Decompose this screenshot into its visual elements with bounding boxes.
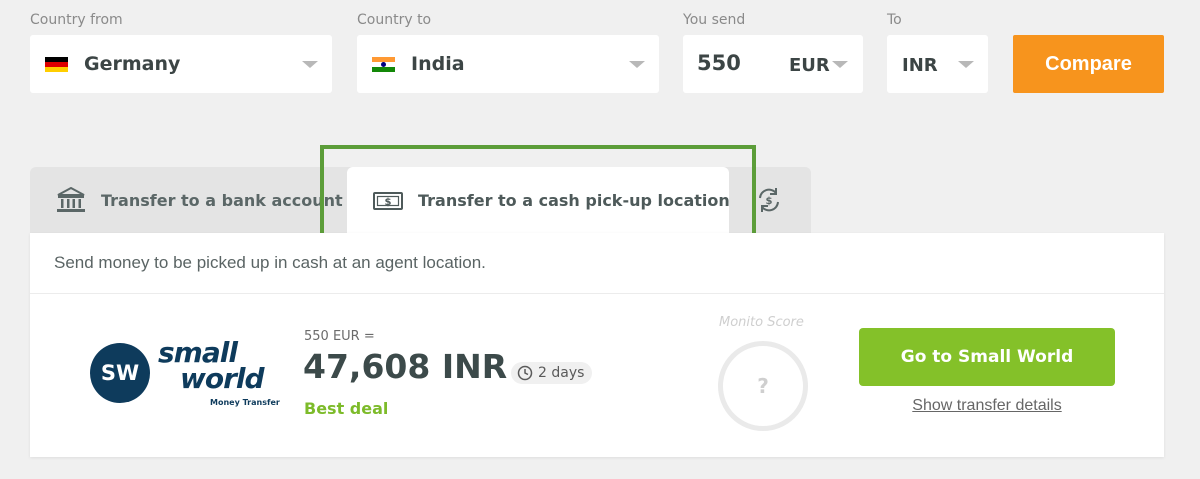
germany-flag-icon (45, 57, 68, 72)
monito-score-value: ? (757, 374, 769, 398)
receive-amount: 47,608 INR (303, 347, 508, 386)
panel-description: Send money to be picked up in cash at an… (54, 253, 486, 272)
clock-icon (517, 365, 533, 381)
divider (30, 293, 1164, 294)
chevron-down-icon (629, 61, 645, 68)
india-flag-icon (372, 57, 395, 72)
small-world-logo: SW small world Money Transfer (90, 336, 305, 413)
monito-score-label: Monito Score (719, 315, 804, 330)
chevron-down-icon (832, 61, 848, 68)
go-to-provider-button[interactable]: Go to Small World (859, 328, 1115, 386)
you-send-field[interactable]: 550 EUR (683, 35, 863, 93)
to-currency-select[interactable]: INR (887, 35, 988, 93)
country-from-value: Germany (84, 53, 181, 75)
country-to-select[interactable]: India (357, 35, 659, 93)
bank-icon (57, 187, 85, 212)
tab-cash-pickup-label: Transfer to a cash pick-up location (418, 191, 730, 210)
chevron-down-icon (302, 61, 318, 68)
logo-circle: SW (90, 343, 150, 403)
you-send-label: You send (683, 12, 746, 28)
svg-text:$: $ (385, 197, 392, 208)
monito-score-circle: ? (718, 341, 808, 431)
country-from-select[interactable]: Germany (30, 35, 332, 93)
best-deal-badge: Best deal (304, 399, 389, 418)
logo-word-world: world (180, 362, 265, 395)
tab-bank-account[interactable]: Transfer to a bank account (30, 167, 343, 233)
tab-currency-exchange[interactable]: $ (756, 186, 782, 214)
send-amount-input[interactable]: 550 (697, 51, 741, 75)
cash-icon: $ (373, 192, 403, 210)
eta-badge: 2 days (511, 362, 593, 384)
svg-text:$: $ (766, 196, 773, 207)
to-label: To (887, 12, 902, 28)
results-panel: Send money to be picked up in cash at an… (30, 233, 1164, 457)
send-equals-label: 550 EUR = (304, 329, 375, 344)
country-from-label: Country from (30, 12, 123, 28)
compare-button[interactable]: Compare (1013, 35, 1164, 93)
tab-cash-pickup[interactable]: $ Transfer to a cash pick-up location (347, 167, 730, 237)
currency-exchange-icon: $ (759, 188, 779, 212)
to-currency-value: INR (902, 55, 938, 76)
chevron-down-icon (958, 61, 974, 68)
country-to-label: Country to (357, 12, 432, 28)
country-to-value: India (411, 53, 465, 75)
logo-subtitle: Money Transfer (210, 398, 280, 407)
eta-text: 2 days (538, 365, 585, 381)
send-currency-select[interactable]: EUR (789, 55, 830, 76)
tab-bank-account-label: Transfer to a bank account (101, 191, 343, 210)
show-transfer-details-link[interactable]: Show transfer details (859, 397, 1115, 415)
